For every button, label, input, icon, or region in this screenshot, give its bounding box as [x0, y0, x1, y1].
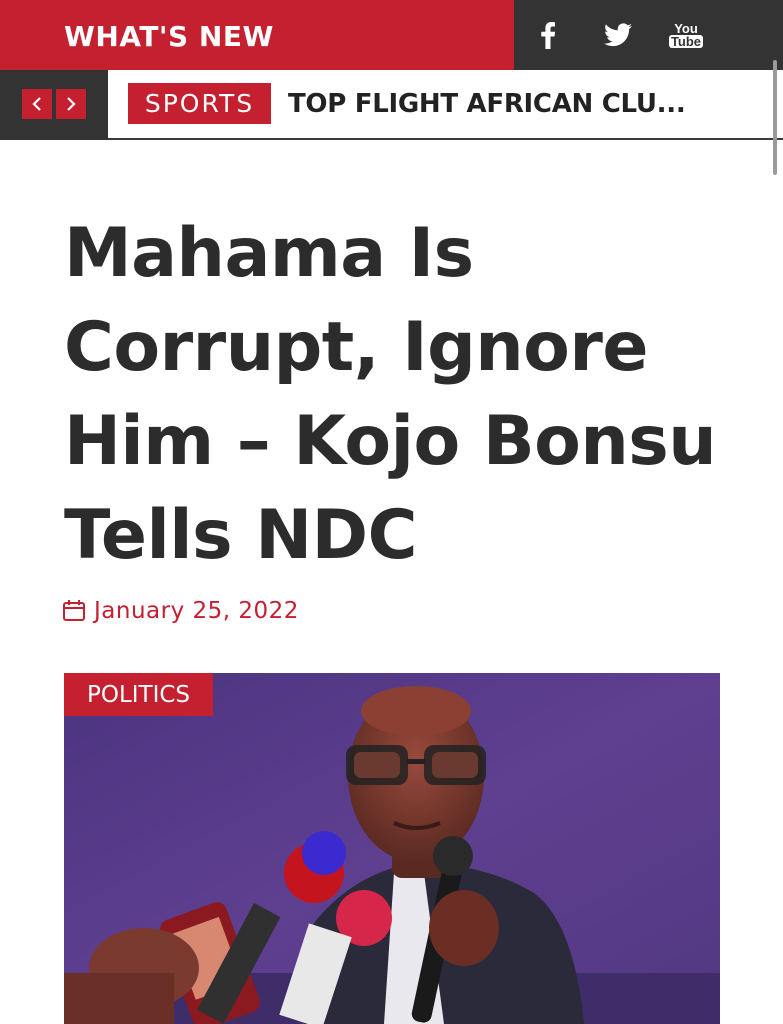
article-date: January 25, 2022	[62, 598, 299, 624]
chevron-right-icon	[67, 97, 76, 111]
youtube-label-bottom: Tube	[668, 34, 704, 49]
date-text: January 25, 2022	[94, 598, 299, 624]
top-bar: WHAT'S NEW You Tube	[0, 0, 783, 70]
youtube-icon: You Tube	[668, 22, 704, 49]
news-ticker: SPORTS TOP FLIGHT AFRICAN CLU...	[0, 70, 783, 140]
twitter-link[interactable]	[588, 0, 648, 70]
youtube-link[interactable]: You Tube	[656, 0, 716, 70]
calendar-icon	[63, 600, 85, 621]
ticker-headline[interactable]: TOP FLIGHT AFRICAN CLU...	[288, 89, 686, 119]
scrollbar-thumb[interactable]	[773, 60, 777, 175]
whats-new-label: WHAT'S NEW	[64, 20, 274, 53]
speaker-photo-illustration	[64, 673, 720, 1024]
article-category-badge[interactable]: POLITICS	[64, 673, 213, 716]
facebook-icon	[541, 22, 556, 49]
article-title: Mahama Is Corrupt, Ignore Him – Kojo Bon…	[64, 214, 717, 575]
ticker-prev-button[interactable]	[22, 89, 52, 119]
twitter-icon	[604, 23, 632, 47]
article-hero-image	[64, 673, 720, 1024]
ticker-category-badge[interactable]: SPORTS	[128, 83, 271, 124]
ticker-controls	[0, 70, 108, 140]
facebook-link[interactable]	[518, 0, 578, 70]
whats-new-section: WHAT'S NEW	[0, 0, 514, 70]
chevron-left-icon	[32, 97, 41, 111]
ticker-next-button[interactable]	[56, 89, 86, 119]
